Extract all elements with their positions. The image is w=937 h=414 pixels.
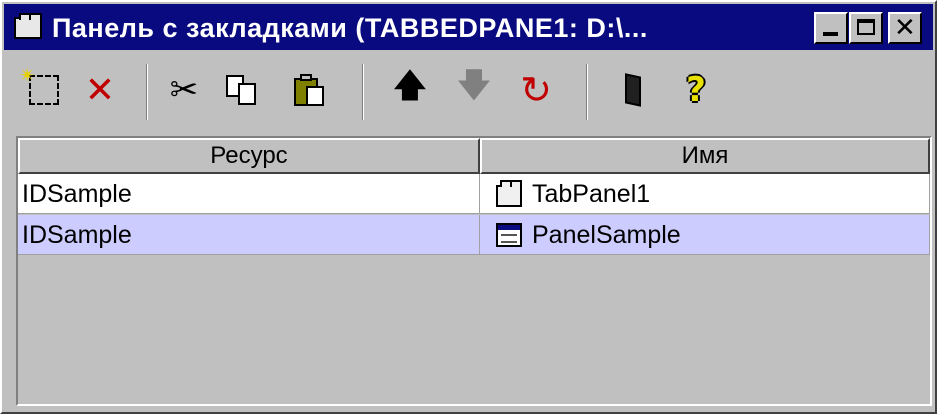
close-button[interactable]: ✕ — [888, 12, 922, 44]
cut-icon: ✂ — [169, 70, 199, 110]
copy-button[interactable] — [220, 68, 264, 112]
name-label: TabPanel1 — [532, 179, 651, 208]
cut-button[interactable]: ✂ — [162, 68, 206, 112]
column-header-resource[interactable]: Ресурс — [18, 138, 480, 174]
move-up-icon: 🡅 — [393, 66, 427, 104]
exit-button[interactable] — [612, 68, 656, 112]
table-row-selected[interactable]: IDSample PanelSample — [18, 215, 930, 255]
close-icon: ✕ — [894, 13, 916, 43]
resource-cell[interactable]: IDSample — [18, 215, 480, 255]
minimize-icon — [823, 32, 838, 36]
move-down-icon: 🡇 — [457, 66, 491, 104]
paste-icon — [294, 74, 326, 106]
delete-icon: ✕ — [84, 69, 116, 111]
help-button[interactable]: ? — [674, 68, 718, 112]
window-title: Панель с закладками (TABBEDPANE1: D:\... — [52, 13, 648, 43]
refresh-button[interactable]: ↻ — [514, 68, 558, 112]
refresh-icon: ↻ — [520, 68, 552, 112]
toolbar-separator — [362, 64, 364, 120]
exit-icon — [622, 73, 646, 107]
column-header-name[interactable]: Имя — [480, 138, 930, 174]
maximize-icon — [857, 19, 875, 35]
panel-icon — [496, 222, 522, 247]
delete-button[interactable]: ✕ — [78, 68, 122, 112]
resource-cell[interactable]: IDSample — [18, 174, 480, 214]
name-cell[interactable]: PanelSample — [480, 215, 930, 255]
copy-icon — [226, 75, 258, 105]
title-bar[interactable]: Панель с закладками (TABBEDPANE1: D:\...… — [4, 4, 933, 50]
tabbed-pane-icon — [14, 13, 42, 39]
table-row[interactable]: IDSample TabPanel1 — [18, 174, 930, 214]
help-icon: ? — [686, 70, 706, 110]
window: Панель с закладками (TABBEDPANE1: D:\...… — [0, 0, 937, 414]
move-down-button: 🡇 — [452, 66, 496, 112]
new-icon — [19, 63, 59, 105]
move-up-button[interactable]: 🡅 — [388, 66, 432, 112]
toolbar: ✕ ✂ 🡅 🡇 ↻ — [4, 54, 933, 134]
tabbed-pane-icon — [496, 179, 522, 207]
minimize-button[interactable] — [814, 12, 848, 44]
name-cell[interactable]: TabPanel1 — [480, 174, 930, 214]
resource-table: Ресурс Имя IDSample TabPanel1 IDSample P… — [16, 136, 932, 406]
paste-button[interactable] — [288, 68, 332, 112]
toolbar-separator — [146, 64, 148, 120]
table-header: Ресурс Имя — [18, 138, 930, 174]
toolbar-separator — [586, 64, 588, 120]
name-label: PanelSample — [532, 220, 681, 249]
new-button[interactable] — [19, 63, 66, 112]
maximize-button[interactable] — [849, 12, 883, 44]
